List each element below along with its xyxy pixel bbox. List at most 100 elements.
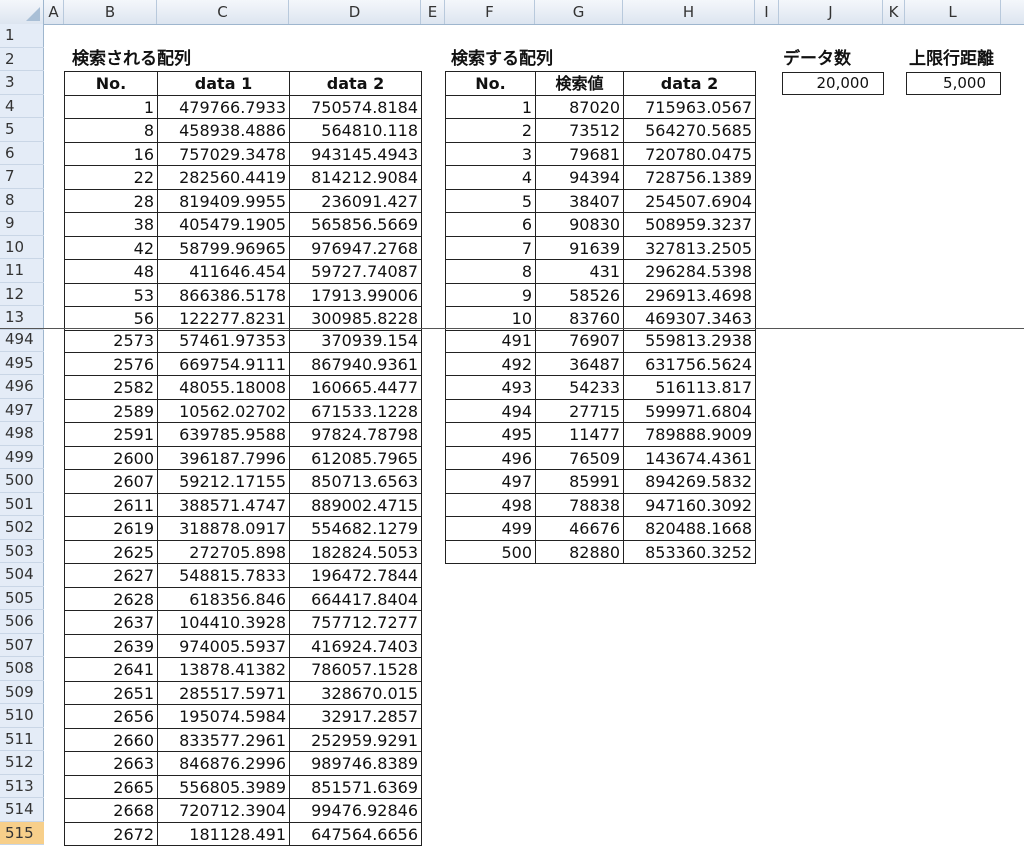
- searched-data-cell[interactable]: 48055.18008: [157, 375, 290, 400]
- searched-data-cell[interactable]: 272705.898: [157, 540, 290, 565]
- searched-data-cell[interactable]: 851571.6369: [289, 775, 422, 800]
- search-data-cell[interactable]: 46676: [535, 516, 624, 541]
- search-data-cell[interactable]: 469307.3463: [623, 306, 756, 331]
- searched-data-cell[interactable]: 236091.427: [289, 189, 422, 214]
- row-header[interactable]: 11: [0, 259, 44, 283]
- search-data-cell[interactable]: 499: [445, 516, 536, 541]
- searched-data-cell[interactable]: 989746.8389: [289, 751, 422, 776]
- row-header[interactable]: 510: [0, 704, 44, 728]
- row-header[interactable]: 503: [0, 540, 44, 564]
- searched-data-cell[interactable]: 833577.2961: [157, 728, 290, 753]
- row-header[interactable]: 13: [0, 306, 44, 330]
- searched-data-cell[interactable]: 2637: [64, 610, 158, 635]
- searched-data-cell[interactable]: 554682.1279: [289, 516, 422, 541]
- searched-data-cell[interactable]: 181128.491: [157, 822, 290, 846]
- search-data-cell[interactable]: 599971.6804: [623, 399, 756, 424]
- search-data-cell[interactable]: 36487: [535, 352, 624, 377]
- search-data-cell[interactable]: 296284.5398: [623, 259, 756, 284]
- searched-data-cell[interactable]: 59727.74087: [289, 259, 422, 284]
- row-header[interactable]: 511: [0, 728, 44, 752]
- row-header[interactable]: 5: [0, 118, 44, 142]
- search-data-cell[interactable]: 894269.5832: [623, 469, 756, 494]
- row-header[interactable]: 8: [0, 189, 44, 213]
- searched-data-cell[interactable]: 889002.4715: [289, 493, 422, 518]
- searched-data-cell[interactable]: 2573: [64, 328, 158, 353]
- column-header-j[interactable]: J: [779, 0, 883, 24]
- searched-data-cell[interactable]: 618356.846: [157, 587, 290, 612]
- search-data-cell[interactable]: 3: [445, 142, 536, 167]
- search-data-cell[interactable]: 327813.2505: [623, 236, 756, 261]
- row-header[interactable]: 499: [0, 446, 44, 470]
- search-data-cell[interactable]: 38407: [535, 189, 624, 214]
- upper-limit-input[interactable]: 5,000: [906, 72, 1001, 95]
- search-data-cell[interactable]: 11477: [535, 422, 624, 447]
- search-data-cell[interactable]: 492: [445, 352, 536, 377]
- searched-data-cell[interactable]: 2625: [64, 540, 158, 565]
- row-header[interactable]: 497: [0, 399, 44, 423]
- row-header[interactable]: 502: [0, 516, 44, 540]
- search-data-cell[interactable]: 1: [445, 95, 536, 120]
- search-data-cell[interactable]: 90830: [535, 212, 624, 237]
- searched-data-cell[interactable]: 639785.9588: [157, 422, 290, 447]
- search-data-cell[interactable]: 498: [445, 493, 536, 518]
- searched-data-cell[interactable]: 56: [64, 306, 158, 331]
- searched-data-cell[interactable]: 370939.154: [289, 328, 422, 353]
- searched-data-cell[interactable]: 556805.3989: [157, 775, 290, 800]
- search-data-cell[interactable]: 631756.5624: [623, 352, 756, 377]
- row-header[interactable]: 505: [0, 587, 44, 611]
- searched-data-cell[interactable]: 647564.6656: [289, 822, 422, 846]
- search-data-cell[interactable]: 54233: [535, 375, 624, 400]
- search-data-cell[interactable]: 82880: [535, 540, 624, 565]
- searched-data-cell[interactable]: 974005.5937: [157, 634, 290, 659]
- column-header-a[interactable]: A: [44, 0, 64, 24]
- search-data-cell[interactable]: 491: [445, 328, 536, 353]
- search-data-cell[interactable]: 9: [445, 283, 536, 308]
- search-data-cell[interactable]: 5: [445, 189, 536, 214]
- searched-data-cell[interactable]: 32917.2857: [289, 704, 422, 729]
- searched-data-cell[interactable]: 59212.17155: [157, 469, 290, 494]
- searched-data-cell[interactable]: 2627: [64, 563, 158, 588]
- searched-data-cell[interactable]: 396187.7996: [157, 446, 290, 471]
- search-data-cell[interactable]: 820488.1668: [623, 516, 756, 541]
- column-header-d[interactable]: D: [289, 0, 421, 24]
- column-header-l[interactable]: L: [905, 0, 1001, 24]
- row-header[interactable]: 515: [0, 822, 44, 846]
- row-header[interactable]: 504: [0, 563, 44, 587]
- column-header-c[interactable]: C: [157, 0, 289, 24]
- row-header[interactable]: 6: [0, 142, 44, 166]
- search-data-cell[interactable]: 720780.0475: [623, 142, 756, 167]
- searched-data-cell[interactable]: 48: [64, 259, 158, 284]
- searched-data-cell[interactable]: 2660: [64, 728, 158, 753]
- search-data-cell[interactable]: 83760: [535, 306, 624, 331]
- search-data-cell[interactable]: 508959.3237: [623, 212, 756, 237]
- search-data-cell[interactable]: 947160.3092: [623, 493, 756, 518]
- searched-header-cell[interactable]: data 1: [157, 71, 290, 96]
- search-data-cell[interactable]: 87020: [535, 95, 624, 120]
- searched-data-cell[interactable]: 405479.1905: [157, 212, 290, 237]
- row-header[interactable]: 500: [0, 469, 44, 493]
- search-data-cell[interactable]: 497: [445, 469, 536, 494]
- search-data-cell[interactable]: 78838: [535, 493, 624, 518]
- searched-data-cell[interactable]: 2619: [64, 516, 158, 541]
- row-header[interactable]: 495: [0, 352, 44, 376]
- search-data-cell[interactable]: 76509: [535, 446, 624, 471]
- search-data-cell[interactable]: 495: [445, 422, 536, 447]
- searched-data-cell[interactable]: 2672: [64, 822, 158, 846]
- row-header[interactable]: 512: [0, 751, 44, 775]
- searched-data-cell[interactable]: 28: [64, 189, 158, 214]
- searched-data-cell[interactable]: 416924.7403: [289, 634, 422, 659]
- searched-data-cell[interactable]: 2582: [64, 375, 158, 400]
- search-data-cell[interactable]: 564270.5685: [623, 118, 756, 143]
- search-data-cell[interactable]: 76907: [535, 328, 624, 353]
- searched-data-cell[interactable]: 2641: [64, 657, 158, 682]
- searched-data-cell[interactable]: 2651: [64, 681, 158, 706]
- row-header[interactable]: 513: [0, 775, 44, 799]
- row-header[interactable]: 496: [0, 375, 44, 399]
- search-data-cell[interactable]: 500: [445, 540, 536, 565]
- column-header-b[interactable]: B: [64, 0, 157, 24]
- search-data-cell[interactable]: 853360.3252: [623, 540, 756, 565]
- searched-data-cell[interactable]: 2600: [64, 446, 158, 471]
- search-data-cell[interactable]: 4: [445, 165, 536, 190]
- column-header-f[interactable]: F: [445, 0, 535, 24]
- searched-data-cell[interactable]: 671533.1228: [289, 399, 422, 424]
